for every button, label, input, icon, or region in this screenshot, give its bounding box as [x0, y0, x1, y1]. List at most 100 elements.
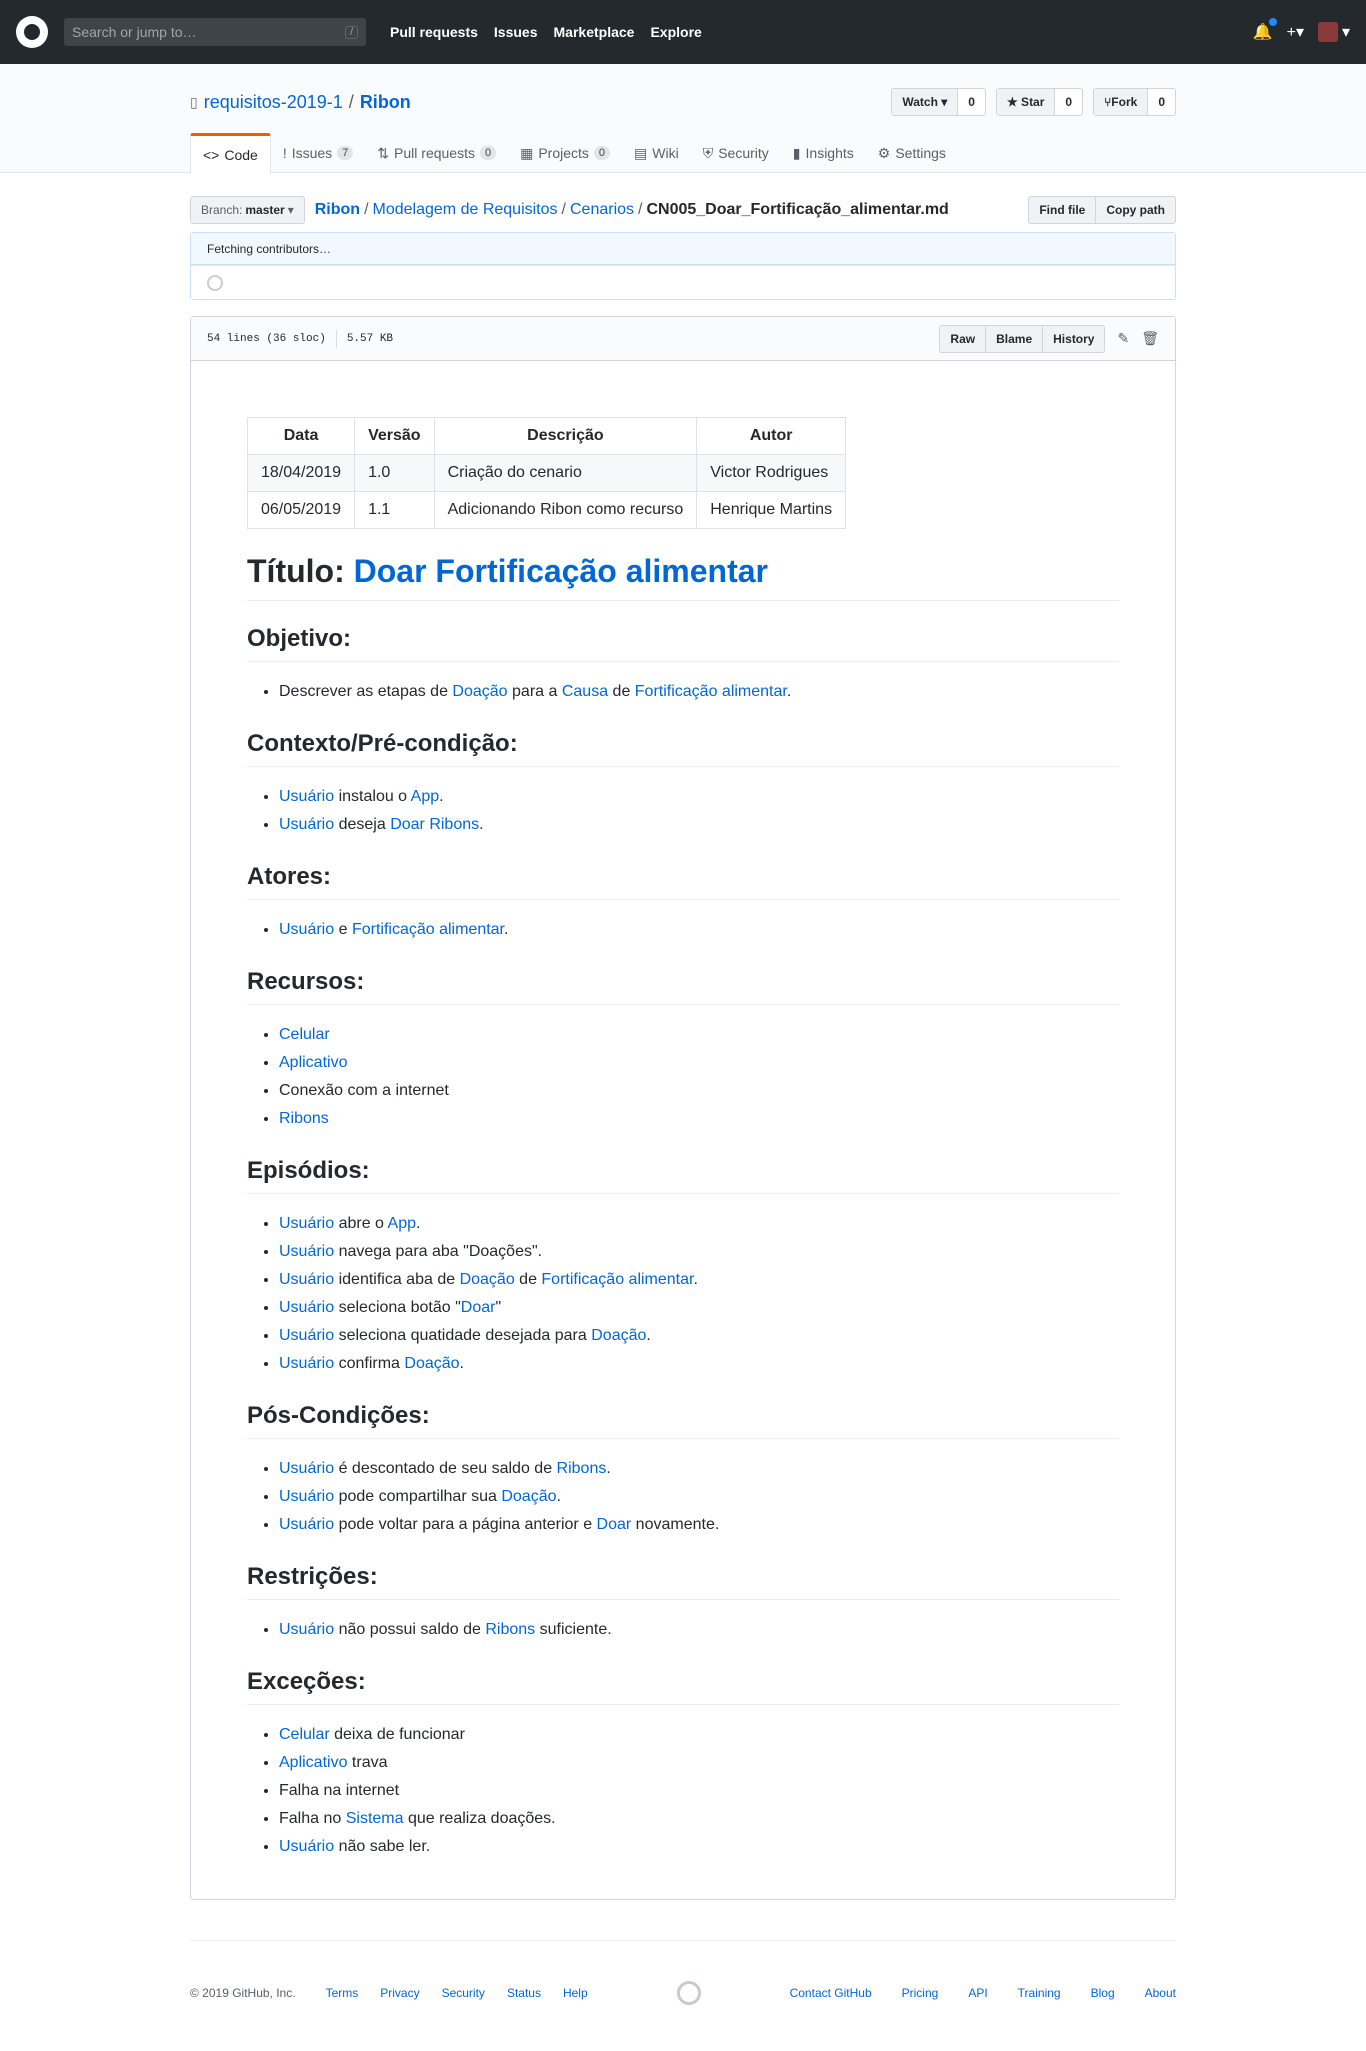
footer-link-status[interactable]: Status	[507, 1986, 541, 2000]
link[interactable]: Usuário	[279, 1355, 334, 1372]
text: seleciona quatidade desejada para	[334, 1327, 592, 1344]
link[interactable]: Fortificação alimentar	[635, 683, 787, 700]
tab-settings[interactable]: ⚙ Settings	[866, 133, 958, 173]
footer-link-help[interactable]: Help	[563, 1986, 588, 2000]
link[interactable]: Usuário	[279, 1299, 334, 1316]
footer-link-contact[interactable]: Contact GitHub	[790, 1986, 872, 2000]
tab-projects[interactable]: ▦ Projects 0	[508, 133, 622, 173]
link[interactable]: Usuário	[279, 1621, 334, 1638]
link[interactable]: Usuário	[279, 1460, 334, 1477]
link[interactable]: Usuário	[279, 1243, 334, 1260]
link[interactable]: Doação	[404, 1355, 459, 1372]
search-input[interactable]: Search or jump to… /	[64, 18, 366, 46]
link[interactable]: App	[388, 1215, 416, 1232]
copy-path-button[interactable]: Copy path	[1095, 196, 1176, 224]
link[interactable]: Celular	[279, 1026, 330, 1043]
footer-link-terms[interactable]: Terms	[326, 1986, 359, 2000]
table-cell: Criação do cenario	[433, 454, 698, 492]
link[interactable]: Usuário	[279, 1215, 334, 1232]
link[interactable]: Usuário	[279, 921, 334, 938]
footer-link-privacy[interactable]: Privacy	[380, 1986, 419, 2000]
link[interactable]: Doação	[452, 683, 507, 700]
tab-security[interactable]: ⛨ Security	[691, 133, 781, 173]
link[interactable]: Usuário	[279, 1516, 334, 1533]
tab-code[interactable]: <> Code	[190, 133, 271, 174]
text: pode compartilhar sua	[334, 1488, 502, 1505]
link[interactable]: Aplicativo	[279, 1054, 347, 1071]
footer-link-training[interactable]: Training	[1018, 1986, 1061, 2000]
link[interactable]: Ribons	[485, 1621, 535, 1638]
repo-name-link[interactable]: Ribon	[360, 92, 411, 113]
watch-label[interactable]: Watch ▾	[892, 89, 959, 115]
list-item: Usuário pode voltar para a página anteri…	[279, 1511, 1119, 1539]
link[interactable]: Usuário	[279, 1838, 334, 1855]
link[interactable]: Usuário	[279, 788, 334, 805]
nav-marketplace[interactable]: Marketplace	[554, 24, 635, 40]
github-mark-icon[interactable]	[676, 1981, 701, 2005]
fork-button[interactable]: ⑂ Fork 0	[1093, 88, 1176, 116]
branch-name: master	[245, 203, 285, 217]
blame-button[interactable]: Blame	[986, 325, 1044, 352]
link[interactable]: Doar	[597, 1516, 632, 1533]
nav-pull-requests[interactable]: Pull requests	[390, 24, 478, 40]
fork-label[interactable]: ⑂ Fork	[1094, 89, 1149, 115]
user-menu[interactable]: ▾	[1317, 22, 1350, 42]
link[interactable]: Doar Ribons	[390, 816, 479, 833]
tab-insights[interactable]: ▮ Insights	[781, 133, 866, 173]
tab-pull-requests[interactable]: ⇅ Pull requests 0	[365, 133, 508, 173]
trash-icon[interactable]: 🗑	[1141, 330, 1159, 347]
link[interactable]: App	[411, 788, 439, 805]
star-label[interactable]: ★ Star	[996, 89, 1056, 115]
breadcrumb-root[interactable]: Ribon	[315, 201, 360, 219]
watch-button[interactable]: Watch ▾ 0	[891, 88, 986, 116]
table-cell: 1.0	[354, 454, 435, 492]
link[interactable]: Causa	[562, 683, 608, 700]
create-new-plus-icon[interactable]: +▾	[1287, 22, 1304, 42]
link[interactable]: Doação	[460, 1271, 515, 1288]
link[interactable]: Fortificação alimentar	[352, 921, 504, 938]
star-button[interactable]: ★ Star 0	[995, 88, 1084, 116]
tab-label: Security	[718, 145, 769, 161]
link[interactable]: Ribons	[279, 1110, 329, 1127]
link[interactable]: Usuário	[279, 1488, 334, 1505]
list-item: Usuário deseja Doar Ribons.	[279, 811, 1119, 839]
fork-count[interactable]: 0	[1148, 89, 1175, 115]
link[interactable]: Usuário	[279, 1271, 334, 1288]
watch-count[interactable]: 0	[958, 89, 985, 115]
notifications-bell-icon[interactable]: 🔔	[1253, 18, 1277, 42]
repo-owner-link[interactable]: requisitos-2019-1	[204, 92, 343, 113]
link[interactable]: Doar	[461, 1299, 496, 1316]
link[interactable]: Doação	[501, 1488, 556, 1505]
link[interactable]: Usuário	[279, 816, 334, 833]
breadcrumb-folder[interactable]: Cenarios	[570, 201, 634, 219]
text: .	[556, 1488, 561, 1505]
tab-wiki[interactable]: ▤ Wiki	[622, 133, 691, 173]
link[interactable]: Usuário	[279, 1327, 334, 1344]
footer-link-api[interactable]: API	[968, 1986, 987, 2000]
nav-issues[interactable]: Issues	[494, 24, 538, 40]
star-count[interactable]: 0	[1055, 89, 1082, 115]
footer-link-about[interactable]: About	[1145, 1986, 1176, 2000]
footer-link-security[interactable]: Security	[442, 1986, 485, 2000]
nav-explore[interactable]: Explore	[650, 24, 701, 40]
link[interactable]: Ribons	[557, 1460, 607, 1477]
history-button[interactable]: History	[1043, 325, 1105, 352]
breadcrumb-folder[interactable]: Modelagem de Requisitos	[373, 201, 558, 219]
branch-select[interactable]: Branch: master ▾	[190, 196, 305, 224]
breadcrumb: Ribon / Modelagem de Requisitos / Cenarios…	[315, 201, 949, 219]
find-file-button[interactable]: Find file	[1028, 196, 1096, 224]
footer-link-blog[interactable]: Blog	[1091, 1986, 1115, 2000]
raw-button[interactable]: Raw	[940, 325, 987, 352]
github-logo-icon[interactable]	[16, 16, 48, 48]
text: é descontado de seu saldo de	[334, 1460, 557, 1477]
link[interactable]: Aplicativo	[279, 1754, 347, 1771]
link[interactable]: Fortificação alimentar	[541, 1271, 693, 1288]
tab-issues[interactable]: ! Issues 7	[271, 133, 365, 173]
link[interactable]: Sistema	[346, 1810, 404, 1827]
link[interactable]: Celular	[279, 1726, 330, 1743]
text: confirma	[334, 1355, 405, 1372]
link[interactable]: Doação	[591, 1327, 646, 1344]
footer-link-pricing[interactable]: Pricing	[902, 1986, 939, 2000]
title-link[interactable]: Doar Fortificação alimentar	[354, 553, 768, 589]
pencil-icon[interactable]: ✎	[1117, 330, 1129, 347]
